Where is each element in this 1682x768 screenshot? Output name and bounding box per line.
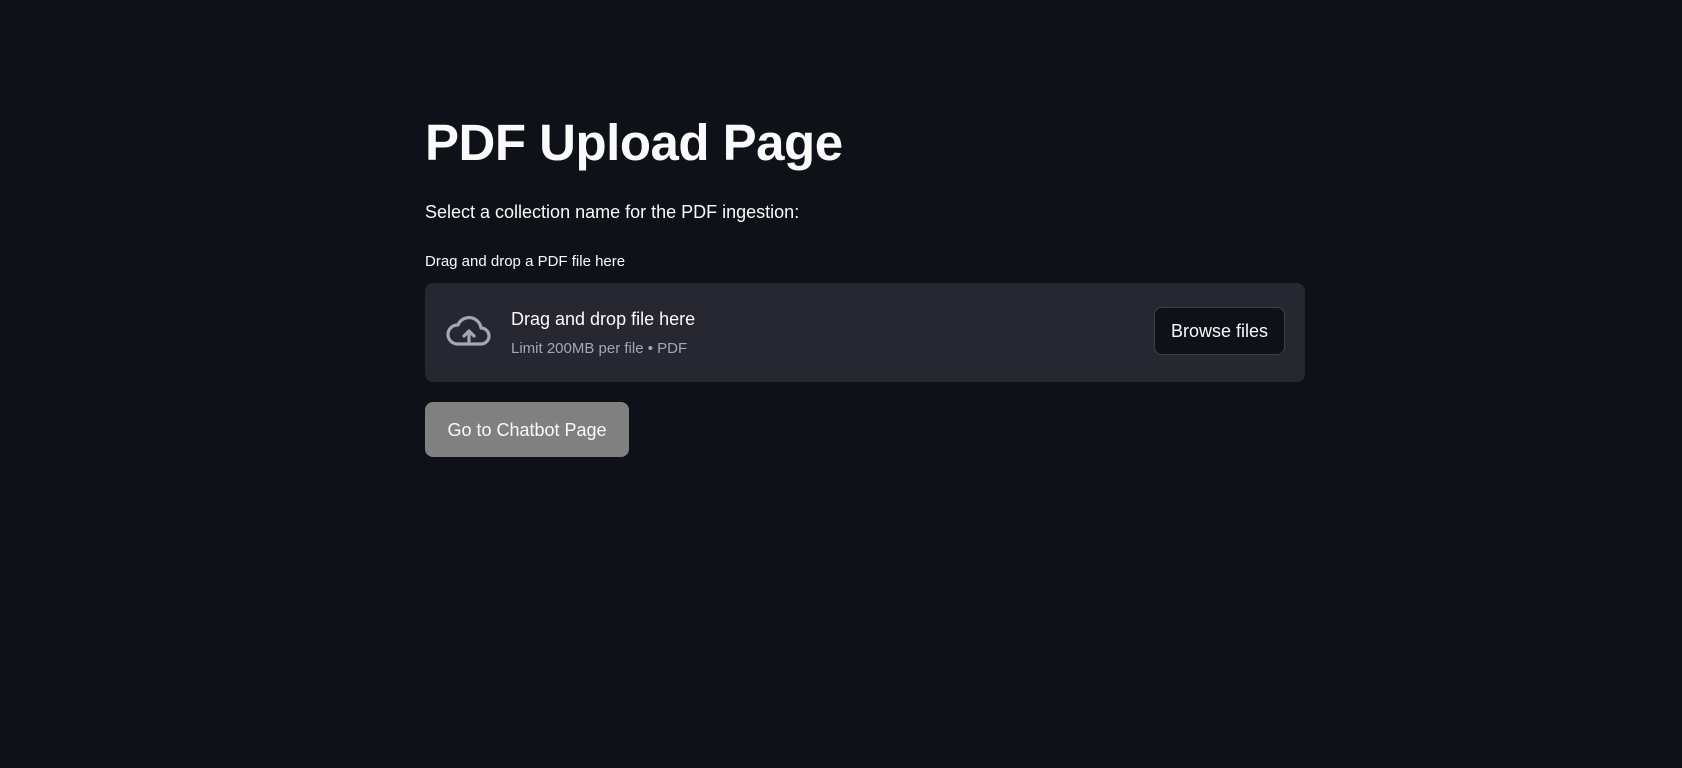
dropzone-limit: Limit 200MB per file • PDF — [511, 340, 688, 357]
browse-files-button[interactable]: Browse files — [1154, 307, 1285, 355]
dropzone-instruction: Drag and drop file here — [511, 309, 696, 329]
file-dropzone[interactable]: Drag and drop file here Limit 200MB per … — [425, 283, 1305, 382]
uploader-label: Drag and drop a PDF file here — [425, 253, 626, 270]
go-to-chatbot-button[interactable]: Go to Chatbot Page — [425, 402, 629, 457]
page-title: PDF Upload Page — [425, 114, 843, 171]
collection-prompt: Select a collection name for the PDF ing… — [425, 202, 800, 222]
cloud-upload-icon — [445, 312, 493, 352]
